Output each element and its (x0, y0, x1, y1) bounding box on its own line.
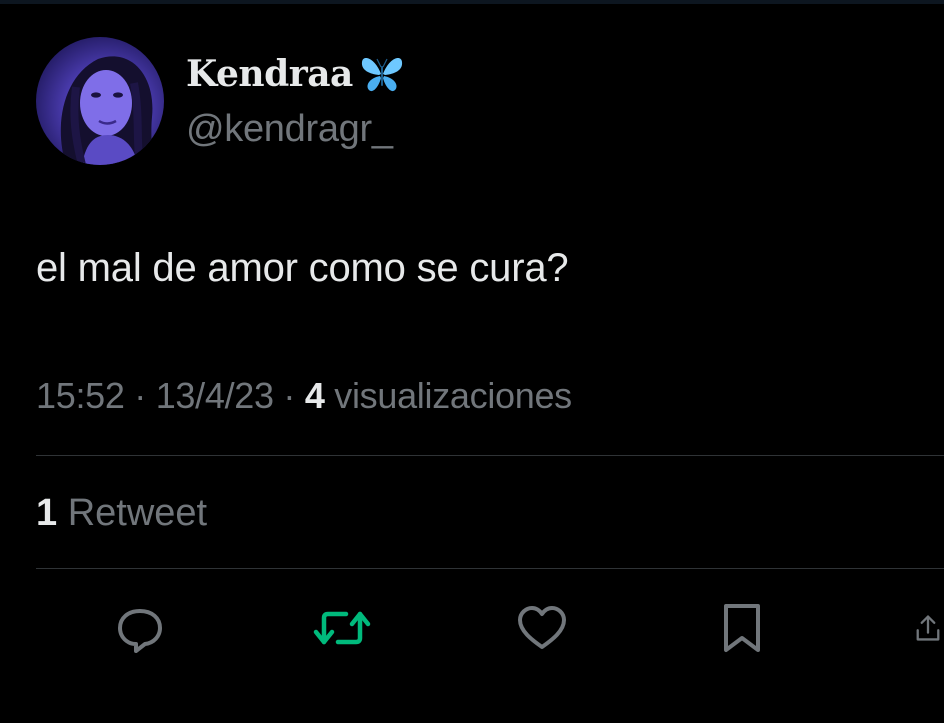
retweets-count: 1 (36, 492, 58, 534)
views-count: 4 (304, 375, 325, 416)
tweet-text: el mal de amor como se cura? (36, 246, 569, 290)
tweet-time[interactable]: 15:52 (36, 375, 125, 416)
user-handle[interactable]: @kendragr_ (186, 108, 393, 151)
bookmark-button[interactable] (712, 598, 772, 658)
butterfly-icon (361, 58, 402, 92)
like-button[interactable] (512, 598, 572, 658)
divider (36, 455, 944, 456)
tweet-meta: 15:52 · 13/4/23 · 4 visualizaciones (36, 375, 572, 417)
reply-icon (118, 609, 162, 653)
views-label: visualizaciones (334, 375, 572, 416)
retweets-label: Retweet (67, 492, 208, 534)
meta-separator: · (283, 375, 296, 416)
heart-icon (518, 606, 566, 649)
display-name[interactable]: Kendraa (186, 53, 353, 95)
share-icon (916, 615, 940, 641)
retweet-icon (313, 611, 371, 645)
bookmark-icon (724, 604, 760, 652)
tweet-detail: Kendraa @kendragr_ el mal de amor como s… (0, 0, 944, 723)
retweet-button[interactable] (312, 598, 372, 658)
meta-separator: · (134, 375, 146, 416)
tweet-date[interactable]: 13/4/23 (156, 375, 274, 416)
divider (36, 568, 944, 569)
avatar[interactable] (36, 37, 164, 165)
retweets-stat[interactable]: 1 Retweet (36, 492, 207, 535)
avatar-photo (60, 56, 153, 165)
display-name-row[interactable]: Kendraa (186, 52, 405, 96)
share-button[interactable] (912, 598, 944, 658)
reply-button[interactable] (110, 598, 170, 658)
